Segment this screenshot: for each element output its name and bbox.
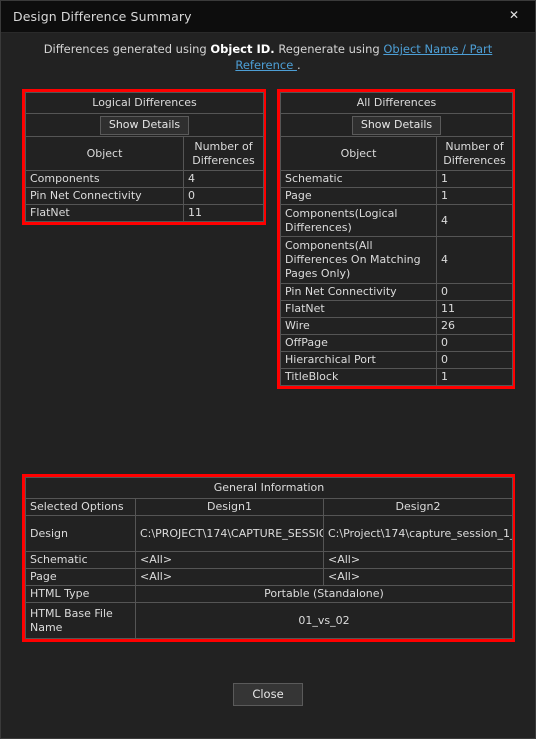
logical-differences-table: Logical Differences Show Details Object … (24, 92, 265, 222)
general-row-label-4: HTML Base File Name (25, 602, 136, 639)
table-row: Schematic 1 (280, 170, 514, 188)
table-caption-row: All Differences (279, 92, 514, 114)
general-row-label-2: Page (25, 568, 136, 586)
table-row: OffPage 0 (280, 334, 514, 352)
logical-col-count: Number of Differences (182, 136, 265, 171)
logical-row-object-1: Pin Net Connectivity (25, 187, 184, 205)
general-row-design2-1: <All> (323, 551, 513, 569)
table-button-row: Show Details (279, 113, 514, 137)
instruction-text-1: Differences generated using (43, 42, 211, 56)
general-row-design1-1: <All> (135, 551, 324, 569)
general-row-label-3: HTML Type (25, 585, 136, 603)
instruction-text-3: . (296, 58, 301, 72)
all-row-object-5: FlatNet (280, 300, 437, 318)
table-row: Page <All> <All> (25, 568, 513, 586)
instruction-text-2: Regenerate using (274, 42, 384, 56)
table-row: HTML Type Portable (Standalone) (25, 585, 513, 603)
general-panel-caption: General Information (25, 477, 513, 499)
instruction-strong-object-id: Object ID. (210, 42, 275, 56)
general-row-value-3: Portable (Standalone) (135, 585, 513, 603)
logical-row-object-2: FlatNet (25, 204, 184, 222)
table-row: Pin Net Connectivity 0 (25, 187, 265, 205)
general-row-label-1: Schematic (25, 551, 136, 569)
all-col-count: Number of Differences (435, 136, 514, 171)
design-difference-summary-dialog: Design Difference Summary ✕ Differences … (0, 0, 536, 739)
regenerate-instruction: Differences generated using Object ID. R… (1, 33, 535, 83)
table-row: Components 4 (25, 170, 265, 188)
logical-differences-panel: Logical Differences Show Details Object … (22, 89, 266, 225)
general-col-design2: Design2 (323, 498, 513, 516)
all-show-details-cell: Show Details (279, 113, 514, 137)
table-header-row: Selected Options Design1 Design2 (25, 498, 513, 516)
all-row-object-4: Pin Net Connectivity (280, 283, 437, 301)
all-row-count-4: 0 (435, 283, 514, 301)
table-row: Wire 26 (280, 317, 514, 335)
all-show-details-button[interactable]: Show Details (351, 115, 442, 135)
all-row-object-0: Schematic (280, 170, 437, 188)
close-icon[interactable]: ✕ (501, 3, 527, 27)
table-row: FlatNet 11 (25, 204, 265, 222)
logical-row-object-0: Components (25, 170, 184, 188)
logical-row-count-0: 4 (182, 170, 265, 188)
table-row: Components(All Differences On Matching P… (280, 236, 514, 284)
table-row: HTML Base File Name 01_vs_02 (25, 602, 513, 639)
all-row-count-0: 1 (435, 170, 514, 188)
all-row-count-1: 1 (435, 187, 514, 205)
table-row: Schematic <All> <All> (25, 551, 513, 569)
all-differences-table: All Differences Show Details Object Numb… (279, 92, 514, 386)
all-col-object: Object (280, 136, 437, 171)
logical-panel-caption: Logical Differences (24, 92, 265, 114)
all-row-object-3: Components(All Differences On Matching P… (280, 236, 437, 284)
table-caption-row: General Information (25, 477, 513, 499)
table-row: Components(Logical Differences) 4 (280, 204, 514, 237)
table-row: FlatNet 11 (280, 300, 514, 318)
logical-col-object: Object (25, 136, 184, 171)
all-row-object-6: Wire (280, 317, 437, 335)
all-row-object-7: OffPage (280, 334, 437, 352)
all-row-object-2: Components(Logical Differences) (280, 204, 437, 237)
logical-row-count-2: 11 (182, 204, 265, 222)
general-row-design1-0: C:\PROJECT\174\CAPTURE_SESSION_1_PCB_FLO… (135, 515, 324, 552)
table-row: Design C:\PROJECT\174\CAPTURE_SESSION_1_… (25, 515, 513, 552)
all-panel-caption: All Differences (279, 92, 514, 114)
window-titlebar: Design Difference Summary ✕ (1, 1, 535, 33)
general-col-selected-options: Selected Options (25, 498, 136, 516)
logical-row-count-1: 0 (182, 187, 265, 205)
table-row: Hierarchical Port 0 (280, 351, 514, 369)
general-row-value-4: 01_vs_02 (135, 602, 513, 639)
all-row-count-5: 11 (435, 300, 514, 318)
logical-show-details-button[interactable]: Show Details (99, 115, 190, 135)
all-row-count-2: 4 (435, 204, 514, 237)
general-information-table: General Information Selected Options Des… (25, 477, 513, 639)
all-differences-panel: All Differences Show Details Object Numb… (277, 89, 515, 389)
logical-show-details-cell: Show Details (24, 113, 265, 137)
table-row: Page 1 (280, 187, 514, 205)
all-row-object-8: Hierarchical Port (280, 351, 437, 369)
all-row-count-3: 4 (435, 236, 514, 284)
table-caption-row: Logical Differences (24, 92, 265, 114)
general-information-panel: General Information Selected Options Des… (22, 474, 515, 642)
table-header-row: Object Number of Differences (25, 136, 265, 171)
all-row-object-9: TitleBlock (280, 368, 437, 386)
general-row-design1-2: <All> (135, 568, 324, 586)
dialog-footer: Close (1, 683, 535, 706)
general-row-design2-0: C:\Project\174\capture_session_1_pcb_flo… (323, 515, 513, 552)
table-header-row: Object Number of Differences (280, 136, 514, 171)
all-row-count-8: 0 (435, 351, 514, 369)
all-row-count-7: 0 (435, 334, 514, 352)
general-col-design1: Design1 (135, 498, 324, 516)
all-row-count-6: 26 (435, 317, 514, 335)
page-title: Design Difference Summary (13, 9, 192, 24)
all-row-object-1: Page (280, 187, 437, 205)
table-button-row: Show Details (24, 113, 265, 137)
all-row-count-9: 1 (435, 368, 514, 386)
table-row: Pin Net Connectivity 0 (280, 283, 514, 301)
close-button[interactable]: Close (233, 683, 303, 706)
general-row-design2-2: <All> (323, 568, 513, 586)
general-row-label-0: Design (25, 515, 136, 552)
table-row: TitleBlock 1 (280, 368, 514, 386)
